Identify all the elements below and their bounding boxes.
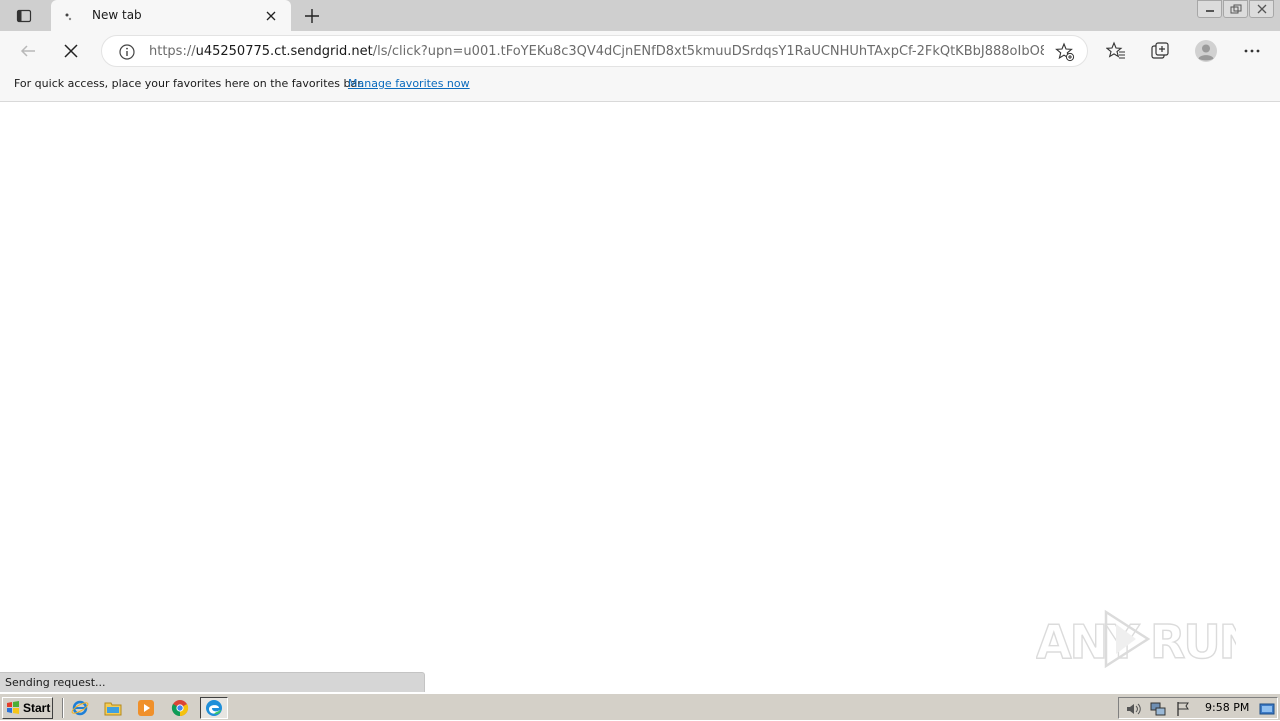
new-tab-button[interactable]: [300, 4, 324, 28]
minimize-button[interactable]: [1197, 0, 1222, 18]
network-icon[interactable]: [1150, 701, 1166, 717]
more-menu-icon[interactable]: [1238, 37, 1266, 65]
navigation-bar: https://u45250775.ct.sendgrid.net/ls/cli…: [0, 31, 1280, 71]
action-center-flag-icon[interactable]: [1175, 701, 1191, 717]
url-path: /ls/click?upn=u001.tFoYEKu8c3QV4dCjnENfD…: [372, 44, 1044, 59]
taskbar-separator: [62, 698, 64, 718]
profile-avatar-icon[interactable]: [1192, 37, 1220, 65]
chrome-icon[interactable]: [166, 697, 194, 719]
tab-new-tab[interactable]: New tab: [51, 0, 291, 31]
page-content: [0, 103, 1280, 672]
edge-icon[interactable]: [200, 697, 228, 719]
windows-logo-icon: [7, 701, 19, 714]
start-button[interactable]: Start: [2, 697, 53, 719]
url-host: u45250775.ct.sendgrid.net: [195, 44, 373, 59]
url-text[interactable]: https://u45250775.ct.sendgrid.net/ls/cli…: [149, 44, 1044, 59]
anyrun-watermark: ANY RUN: [1035, 608, 1258, 670]
start-label: Start: [23, 701, 51, 715]
stop-loading-icon[interactable]: [57, 37, 85, 65]
tab-strip: New tab: [0, 0, 1280, 31]
add-favorite-icon[interactable]: [1055, 42, 1075, 62]
svg-text:RUN: RUN: [1150, 615, 1236, 669]
system-tray: 9:58 PM: [1118, 697, 1278, 719]
volume-icon[interactable]: [1125, 701, 1141, 717]
restore-button[interactable]: [1223, 0, 1248, 18]
favorites-bar-message: For quick access, place your favorites h…: [14, 77, 365, 90]
tab-title: New tab: [92, 8, 142, 22]
status-text: Sending request...: [5, 676, 106, 689]
media-player-icon[interactable]: [132, 697, 160, 719]
favorites-bar: For quick access, place your favorites h…: [0, 71, 1280, 102]
url-scheme: https://: [149, 44, 196, 59]
taskbar: Start 9:58 PM: [0, 693, 1280, 720]
address-bar[interactable]: https://u45250775.ct.sendgrid.net/ls/cli…: [101, 35, 1088, 67]
internet-explorer-icon[interactable]: [66, 697, 94, 719]
close-window-button[interactable]: [1249, 0, 1274, 18]
window-controls: [1196, 0, 1274, 20]
tab-actions-icon[interactable]: [8, 4, 40, 28]
file-explorer-icon[interactable]: [99, 697, 127, 719]
loading-spinner-icon: [63, 8, 77, 22]
manage-favorites-link[interactable]: Manage favorites now: [348, 77, 470, 90]
collections-icon[interactable]: [1146, 37, 1174, 65]
back-arrow-icon[interactable]: [14, 37, 42, 65]
close-tab-icon[interactable]: [261, 6, 281, 26]
show-desktop-icon[interactable]: [1259, 701, 1275, 717]
site-info-icon[interactable]: [118, 43, 136, 61]
status-bar: Sending request...: [0, 672, 425, 692]
clock: 9:58 PM: [1205, 701, 1250, 714]
favorites-icon[interactable]: [1102, 37, 1130, 65]
